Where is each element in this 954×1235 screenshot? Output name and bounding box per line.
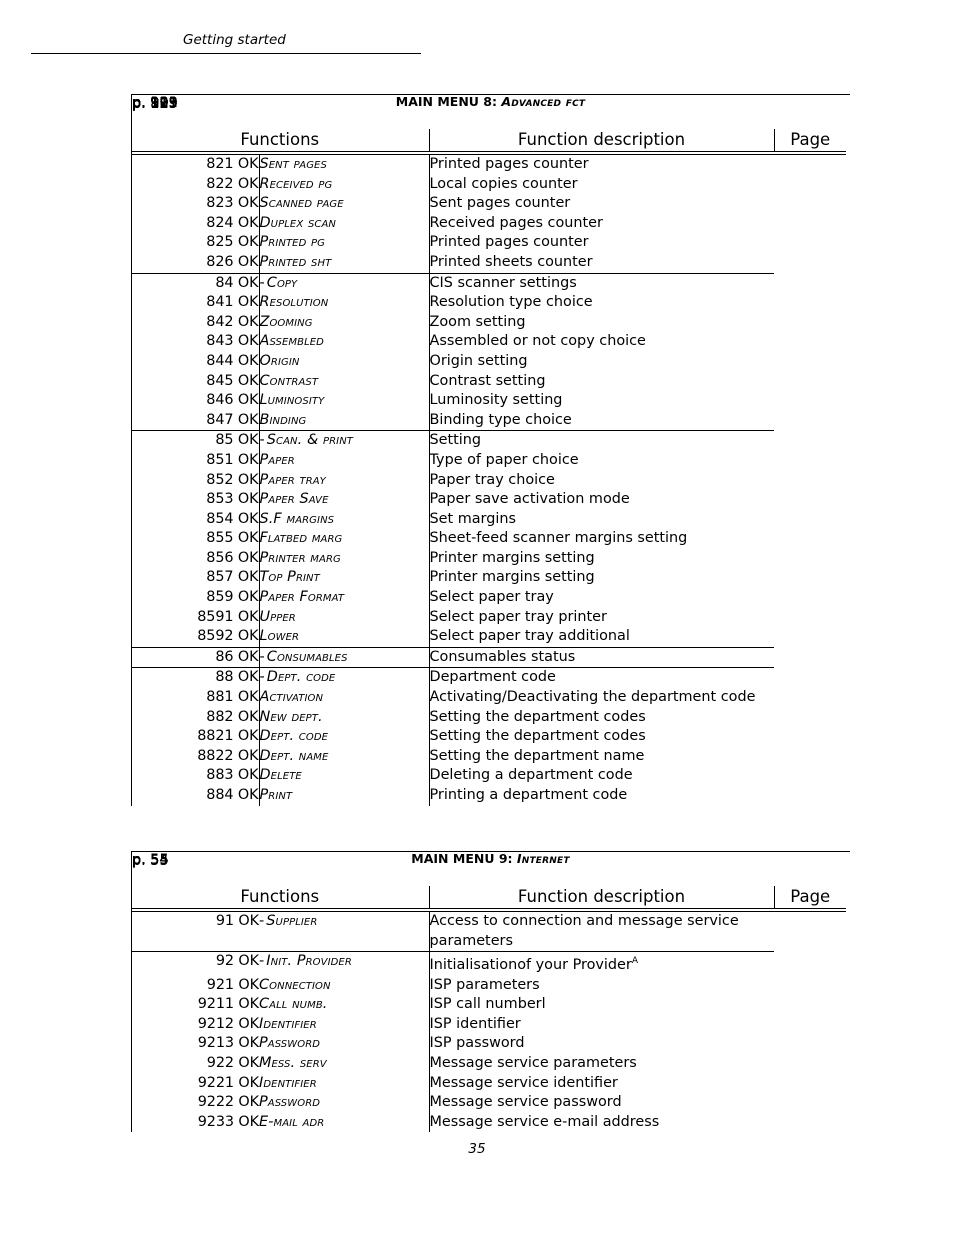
menu-section-8: MAIN MENU 8: Advanced fct Functions Funct… bbox=[131, 94, 850, 806]
table-row: 884 OK Print Printing a department code p. … bbox=[131, 94, 846, 806]
running-header-text: Getting started bbox=[183, 32, 286, 48]
menu-table-8: Functions Function description Page 821 OK S… bbox=[131, 94, 850, 806]
menu-9-table-slot: Functions Function description Page 91 OK - S… bbox=[131, 851, 850, 1133]
page-reference: p. 111 bbox=[131, 94, 850, 806]
page-reference: p. 55 bbox=[131, 851, 850, 1133]
running-header: Getting started bbox=[31, 30, 421, 54]
menu-table-9: Functions Function description Page 91 OK - S… bbox=[131, 851, 850, 1133]
menu-section-9: MAIN MENU 9: Internet Functions Function … bbox=[131, 851, 850, 1133]
table-row: 9233 OK E-mail adr Message service e-mail … bbox=[131, 851, 846, 1133]
menu-8-table-slot: Functions Function description Page 821 OK S… bbox=[131, 94, 850, 806]
running-header-rule bbox=[31, 53, 421, 54]
footer-page-number: 35 bbox=[468, 1141, 486, 1157]
document-page: Getting started MAIN MENU 8: Advanced fc… bbox=[0, 0, 954, 1235]
